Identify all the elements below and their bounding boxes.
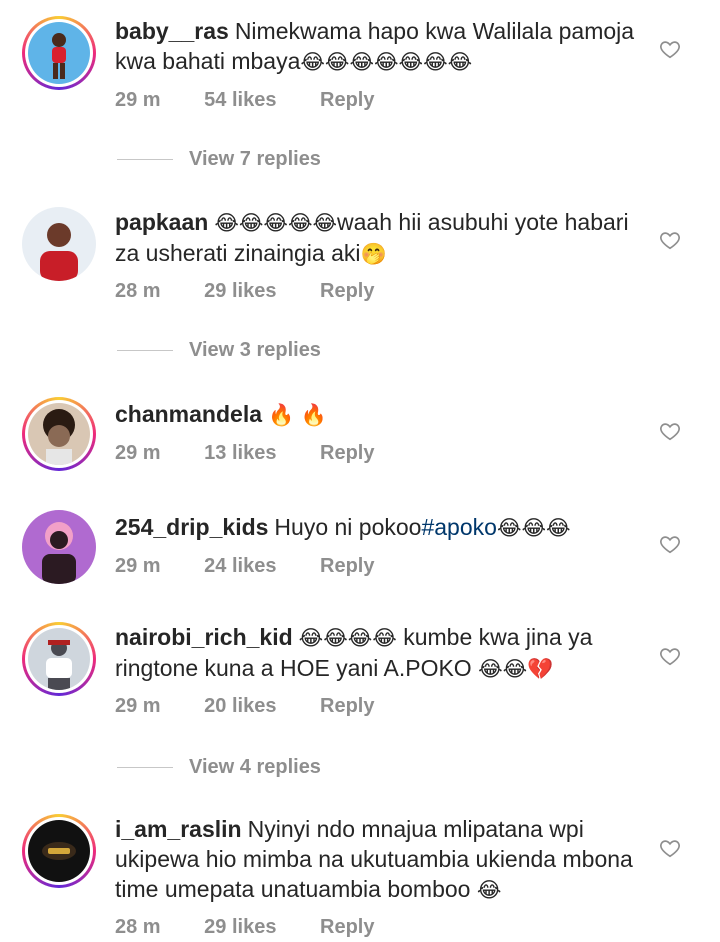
heart-icon[interactable]	[659, 38, 681, 60]
heart-icon[interactable]	[659, 229, 681, 251]
heart-icon[interactable]	[659, 533, 681, 555]
avatar[interactable]	[22, 510, 96, 584]
reply-button[interactable]: Reply	[320, 916, 374, 938]
comment-emoji: 😂😂😂😂	[298, 626, 397, 650]
divider-line	[117, 767, 173, 769]
comment-time: 29 m	[115, 442, 161, 464]
username[interactable]: papkaan	[115, 209, 208, 235]
comment-emoji: 😂	[476, 878, 502, 902]
reply-button[interactable]: Reply	[320, 89, 374, 111]
avatar[interactable]	[22, 207, 96, 281]
heart-icon[interactable]	[659, 837, 681, 859]
comment-meta: 29 m 13 likes Reply	[115, 442, 412, 465]
avatar-image	[28, 403, 90, 465]
comment-text: chanmandela 🔥 🔥	[115, 399, 635, 430]
comment-meta: 28 m 29 likes Reply	[115, 280, 412, 303]
username[interactable]: i_am_raslin	[115, 816, 242, 842]
comment-time: 29 m	[115, 695, 161, 717]
comment-emoji: 🔥 🔥	[268, 403, 327, 427]
comment-text: baby__ras Nimekwama hapo kwa Walilala pam…	[115, 16, 635, 77]
username[interactable]: 254_drip_kids	[115, 514, 268, 540]
comment-emoji: 😂😂😂	[496, 516, 571, 540]
comment-text: 254_drip_kids Huyo ni pokoo#apoko😂😂😂	[115, 512, 635, 543]
reply-button[interactable]: Reply	[320, 280, 374, 302]
view-replies-label[interactable]: View 4 replies	[189, 756, 321, 778]
view-replies-label[interactable]: View 7 replies	[189, 148, 321, 170]
avatar-image	[28, 820, 90, 882]
avatar-image	[22, 207, 96, 281]
avatar-image	[22, 510, 96, 584]
heart-icon[interactable]	[659, 420, 681, 442]
comment-time: 28 m	[115, 280, 161, 302]
heart-icon[interactable]	[659, 645, 681, 667]
reply-button[interactable]: Reply	[320, 555, 374, 577]
comment-emoji: 😂😂😂😂😂😂😂	[300, 50, 473, 74]
comment-text: papkaan 😂😂😂😂😂waah hii asubuhi yote habari…	[115, 207, 635, 269]
comment-time: 29 m	[115, 555, 161, 577]
comment-time: 29 m	[115, 89, 161, 111]
username[interactable]: baby__ras	[115, 18, 229, 44]
comment-meta: 29 m 54 likes Reply	[115, 89, 412, 112]
view-replies-label[interactable]: View 3 replies	[189, 339, 321, 361]
likes-count[interactable]: 29 likes	[204, 916, 276, 938]
comment-body: Huyo ni pokoo	[274, 514, 422, 540]
likes-count[interactable]: 13 likes	[204, 442, 276, 464]
comment-meta: 29 m 20 likes Reply	[115, 695, 412, 718]
avatar[interactable]	[22, 622, 96, 696]
view-replies-button[interactable]: View 3 replies	[117, 339, 321, 362]
reply-button[interactable]: Reply	[320, 695, 374, 717]
comment-meta: 29 m 24 likes Reply	[115, 555, 412, 578]
avatar-image	[28, 22, 90, 84]
hashtag-link[interactable]: #apoko	[421, 514, 496, 540]
avatar[interactable]	[22, 16, 96, 90]
username[interactable]: nairobi_rich_kid	[115, 624, 293, 650]
comment-emoji: 🤭	[360, 242, 387, 266]
comment-emoji: 😂😂💔	[478, 657, 554, 681]
likes-count[interactable]: 24 likes	[204, 555, 276, 577]
comment-meta: 28 m 29 likes Reply	[115, 916, 412, 939]
avatar-image	[28, 628, 90, 690]
reply-button[interactable]: Reply	[320, 442, 374, 464]
view-replies-button[interactable]: View 7 replies	[117, 148, 321, 171]
likes-count[interactable]: 54 likes	[204, 89, 276, 111]
comment-emoji: 😂😂😂😂😂	[214, 211, 338, 235]
avatar[interactable]	[22, 814, 96, 888]
comment-text: nairobi_rich_kid 😂😂😂😂 kumbe kwa jina ya r…	[115, 622, 635, 684]
likes-count[interactable]: 20 likes	[204, 695, 276, 717]
view-replies-button[interactable]: View 4 replies	[117, 756, 321, 779]
divider-line	[117, 350, 173, 352]
likes-count[interactable]: 29 likes	[204, 280, 276, 302]
divider-line	[117, 159, 173, 161]
comment-time: 28 m	[115, 916, 161, 938]
avatar[interactable]	[22, 397, 96, 471]
username[interactable]: chanmandela	[115, 401, 262, 427]
comment-text: i_am_raslin Nyinyi ndo mnajua mlipatana w…	[115, 814, 635, 905]
